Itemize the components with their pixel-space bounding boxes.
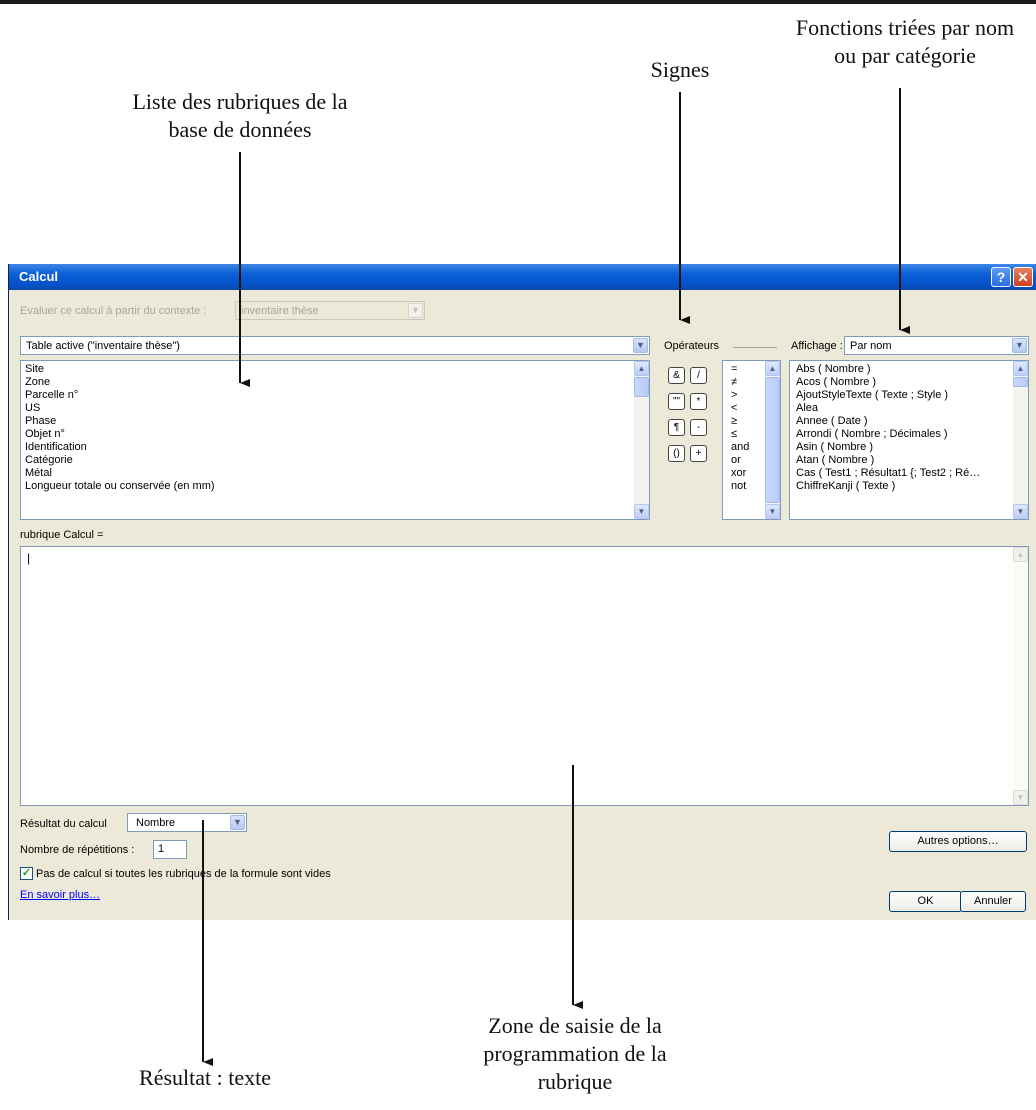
annotation-arrows (202, 88, 910, 1066)
